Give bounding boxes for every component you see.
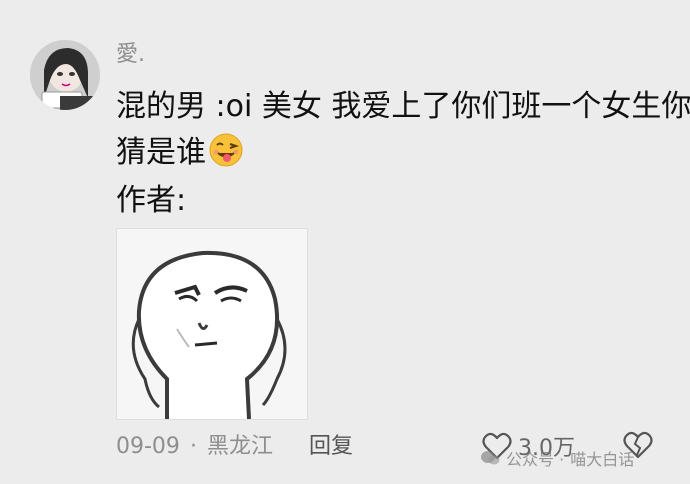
user-avatar[interactable]: [30, 40, 100, 110]
comment-location: 黑龙江: [206, 434, 273, 459]
comment-meta: 09-09 · 黑龙江 回复: [116, 432, 353, 462]
author-label: 作者:: [116, 183, 187, 218]
comment-text-line-1: 混的男 :oi 美女 我爱上了你们班一个女生你: [116, 89, 690, 124]
avatar-image: [30, 40, 100, 110]
username[interactable]: 愛.: [116, 44, 145, 66]
staring-meme-face-icon: [117, 229, 307, 420]
comment-date: 09-09: [116, 434, 180, 459]
tongue-wink-emoji-icon: [209, 133, 243, 167]
meme-sticker-image[interactable]: [116, 228, 308, 420]
comment-text-line-2-text: 猜是谁: [116, 135, 206, 170]
comment-text: 混的男 :oi 美女 我爱上了你们班一个女生你 猜是谁: [116, 84, 690, 176]
watermark-account: 喵大白话: [570, 450, 635, 469]
watermark-platform: 公众号 ·: [506, 450, 565, 469]
watermark: 公众号 · 喵大白话: [480, 446, 634, 470]
wechat-logo-icon: [481, 451, 500, 465]
meta-separator: ·: [189, 434, 197, 459]
comment-text-line-2: 猜是谁: [116, 130, 676, 176]
reply-button[interactable]: 回复: [309, 432, 353, 462]
